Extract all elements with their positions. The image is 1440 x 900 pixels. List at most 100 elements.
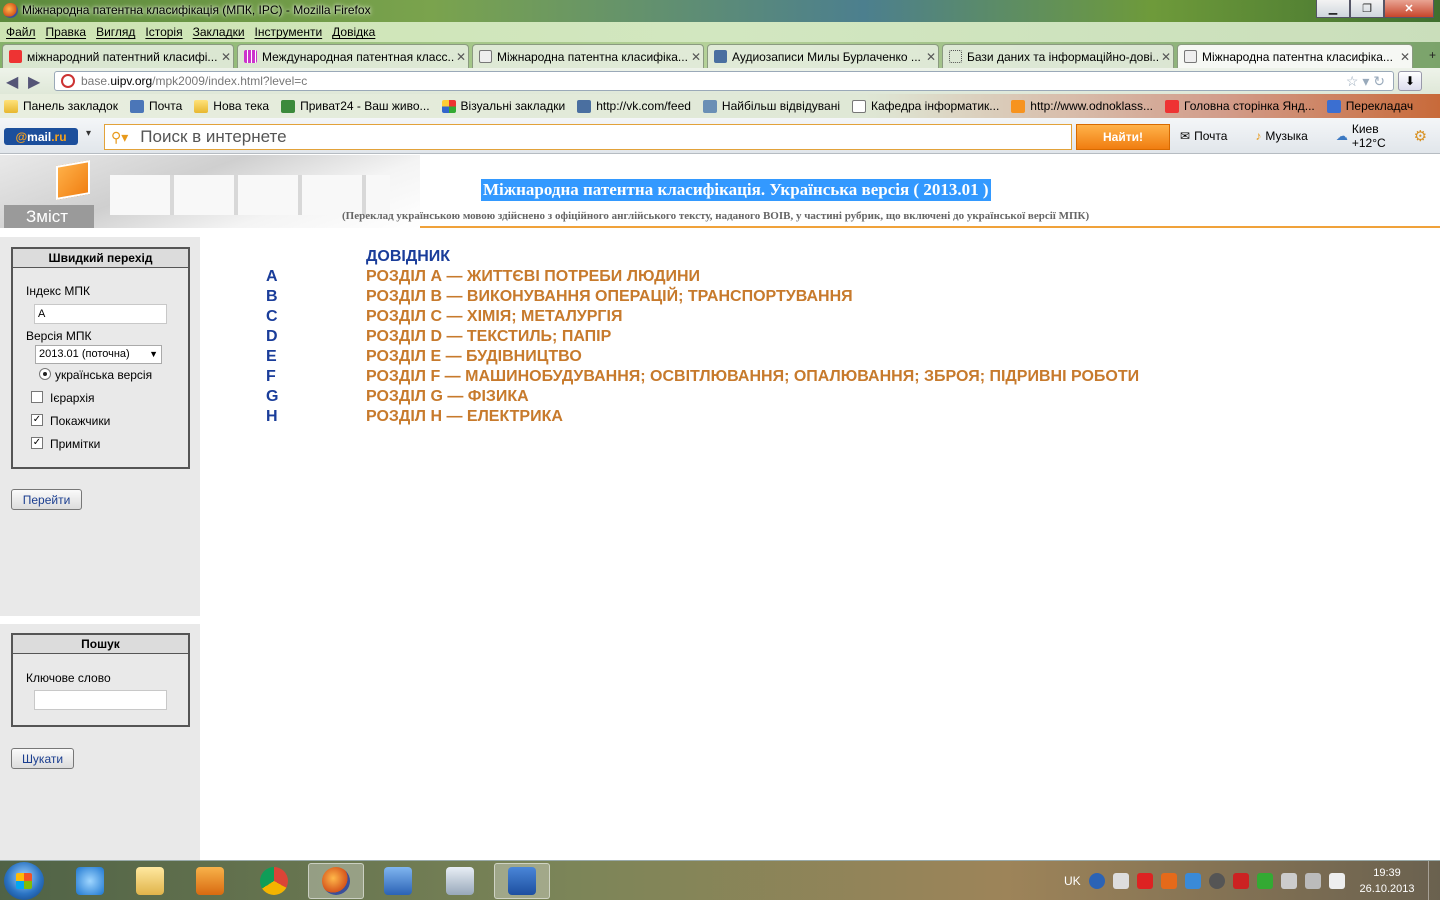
forward-arrow-icon[interactable]: ▶ [28, 72, 40, 92]
help-icon[interactable] [1088, 873, 1105, 889]
flag-icon[interactable] [1280, 873, 1297, 889]
close-button[interactable]: ✕ [1384, 0, 1434, 18]
tray-app-icon[interactable] [1160, 873, 1177, 889]
tab-close-icon[interactable]: ✕ [689, 50, 703, 64]
page-title: Міжнародна патентна класифікація. Україн… [481, 179, 991, 201]
bookmark-star-icon[interactable]: ☆ ▾ ↻ [1346, 73, 1385, 90]
section-name-link[interactable]: РОЗДІЛ G — ФІЗИКА [366, 388, 529, 406]
network-icon[interactable] [1112, 873, 1129, 889]
menu-edit[interactable]: Правка [46, 25, 87, 39]
maximize-button[interactable]: ❐ [1350, 0, 1384, 18]
url-bar[interactable]: base.uipv.org/mpk2009/index.html?level=c… [54, 71, 1394, 91]
tab-close-icon[interactable]: ✕ [1398, 50, 1412, 64]
back-arrow-icon[interactable]: ◀ [6, 72, 18, 92]
tab-close-icon[interactable]: ✕ [219, 50, 233, 64]
taskbar-firefox[interactable] [308, 863, 364, 899]
menu-bookmarks[interactable]: Закладки [193, 25, 245, 39]
section-name-link[interactable]: РОЗДІЛ Е — БУДІВНИЦТВО [366, 348, 582, 366]
guide-link[interactable]: ДОВІДНИК [366, 248, 450, 266]
section-name-link[interactable]: РОЗДІЛ D — ТЕКСТИЛЬ; ПАПІР [366, 328, 611, 346]
bookmark-kafedra[interactable]: Кафедра інформатик... [852, 99, 999, 113]
version-select[interactable]: 2013.01 (поточна) ▼ [35, 345, 162, 364]
section-name-link[interactable]: РОЗДІЛ Н — ЕЛЕКТРИКА [366, 408, 563, 426]
start-button[interactable] [4, 862, 44, 900]
indexes-checkbox[interactable]: ✓ [31, 414, 43, 426]
site-identity-icon[interactable] [61, 74, 75, 88]
volume-icon[interactable] [1328, 873, 1345, 889]
search-button[interactable]: Шукати [11, 748, 74, 769]
mailru-search-input[interactable]: ⚲▾ Поиск в интернете [104, 124, 1072, 150]
contents-link[interactable]: Зміст [4, 205, 94, 228]
menu-help[interactable]: Довідка [332, 25, 375, 39]
checkmark-icon[interactable] [1256, 873, 1273, 889]
taskbar-audio[interactable] [370, 863, 426, 899]
weather-link[interactable]: ☁ Киев +12°C [1336, 122, 1400, 150]
taskbar-calculator[interactable] [432, 863, 488, 899]
tab-close-icon[interactable]: ✕ [924, 50, 938, 64]
index-input[interactable]: A [34, 304, 167, 324]
show-desktop-button[interactable] [1428, 861, 1440, 900]
bookmark-odnoklassniki[interactable]: http://www.odnoklass... [1011, 99, 1153, 113]
section-code-link[interactable]: C [266, 308, 278, 326]
language-indicator[interactable]: UK [1064, 874, 1081, 888]
bookmark-panel[interactable]: Панель закладок [4, 99, 118, 113]
taskbar-explorer[interactable] [122, 863, 178, 899]
section-code-link[interactable]: G [266, 388, 278, 406]
section-name-link[interactable]: РОЗДІЛ А — ЖИТТЄВІ ПОТРЕБИ ЛЮДИНИ [366, 268, 700, 286]
notes-checkbox[interactable]: ✓ [31, 437, 43, 449]
display-icon[interactable] [1304, 873, 1321, 889]
music-link[interactable]: ♪ Музыка [1255, 129, 1321, 143]
bookmark-translator[interactable]: Перекладач [1326, 99, 1413, 113]
taskbar-word[interactable] [494, 863, 550, 899]
skype-icon[interactable] [1184, 873, 1201, 889]
bookmark-new-folder[interactable]: Нова тека [194, 99, 269, 113]
new-tab-icon[interactable]: + [1429, 48, 1436, 62]
menu-view[interactable]: Вигляд [96, 25, 135, 39]
tab-4[interactable]: Аудиозаписи Милы Бурлаченко ... ✕ [707, 44, 939, 68]
bookmark-privat24[interactable]: Приват24 - Ваш живо... [281, 99, 430, 113]
section-code-link[interactable]: A [266, 268, 278, 286]
taskbar-media[interactable] [182, 863, 238, 899]
section-code-link[interactable]: D [266, 328, 278, 346]
keyword-input[interactable] [34, 690, 167, 710]
bookmark-pochta[interactable]: Почта [129, 99, 182, 113]
download-icon[interactable]: ⬇ [1398, 71, 1422, 91]
go-button[interactable]: Перейти [11, 489, 82, 510]
menu-tools[interactable]: Інструменти [255, 25, 323, 39]
section-code-link[interactable]: H [266, 408, 278, 426]
section-code-link[interactable]: B [266, 288, 278, 306]
taskbar-ie[interactable] [62, 863, 118, 899]
tab-2[interactable]: Международная патентная класс... ✕ [237, 44, 469, 68]
antivirus-icon[interactable] [1208, 873, 1225, 889]
bookmark-most-visited[interactable]: Найбільш відвідувані [702, 99, 840, 113]
bookmark-visual[interactable]: Візуальні закладки [441, 99, 565, 113]
tab-1[interactable]: міжнародний патентний класифі... ✕ [2, 44, 234, 68]
ati-icon[interactable] [1232, 873, 1249, 889]
bookmark-vk[interactable]: http://vk.com/feed [577, 99, 691, 113]
chevron-down-icon[interactable]: ▾ [86, 128, 91, 139]
mailru-logo[interactable]: @ mail .ru [4, 128, 78, 145]
hierarchy-checkbox[interactable] [31, 391, 43, 403]
tab-6-active[interactable]: Міжнародна патентна класифіка... ✕ [1177, 44, 1413, 68]
title-bar[interactable]: Міжнародна патентна класифікація (МПК, I… [0, 0, 1440, 22]
ukr-version-radio[interactable] [39, 368, 51, 380]
bookmark-yandex[interactable]: Головна сторінка Янд... [1165, 99, 1315, 113]
tab-close-icon[interactable]: ✕ [454, 50, 468, 64]
section-name-link[interactable]: РОЗДІЛ F — МАШИНОБУДУВАННЯ; ОСВІТЛЮВАННЯ… [366, 368, 1139, 386]
find-button[interactable]: Найти! [1076, 124, 1170, 150]
menu-history[interactable]: Історія [145, 25, 182, 39]
mail-link[interactable]: ✉ Почта [1180, 129, 1241, 143]
tab-5[interactable]: Бази даних та інформаційно-дові... ✕ [942, 44, 1174, 68]
settings-link[interactable]: ⚙ [1414, 127, 1431, 145]
section-code-link[interactable]: E [266, 348, 277, 366]
section-name-link[interactable]: РОЗДІЛ В — ВИКОНУВАННЯ ОПЕРАЦІЙ; ТРАНСПО… [366, 288, 853, 306]
clock[interactable]: 19:39 26.10.2013 [1352, 865, 1422, 897]
section-code-link[interactable]: F [266, 368, 276, 386]
amd-icon[interactable] [1136, 873, 1153, 889]
section-name-link[interactable]: РОЗДІЛ С — ХІМІЯ; МЕТАЛУРГІЯ [366, 308, 622, 326]
minimize-button[interactable]: ▁ [1316, 0, 1350, 18]
tab-close-icon[interactable]: ✕ [1159, 50, 1173, 64]
taskbar-chrome[interactable] [246, 863, 302, 899]
tab-3[interactable]: Міжнародна патентна класифіка... ✕ [472, 44, 704, 68]
menu-file[interactable]: Файл [6, 25, 36, 39]
